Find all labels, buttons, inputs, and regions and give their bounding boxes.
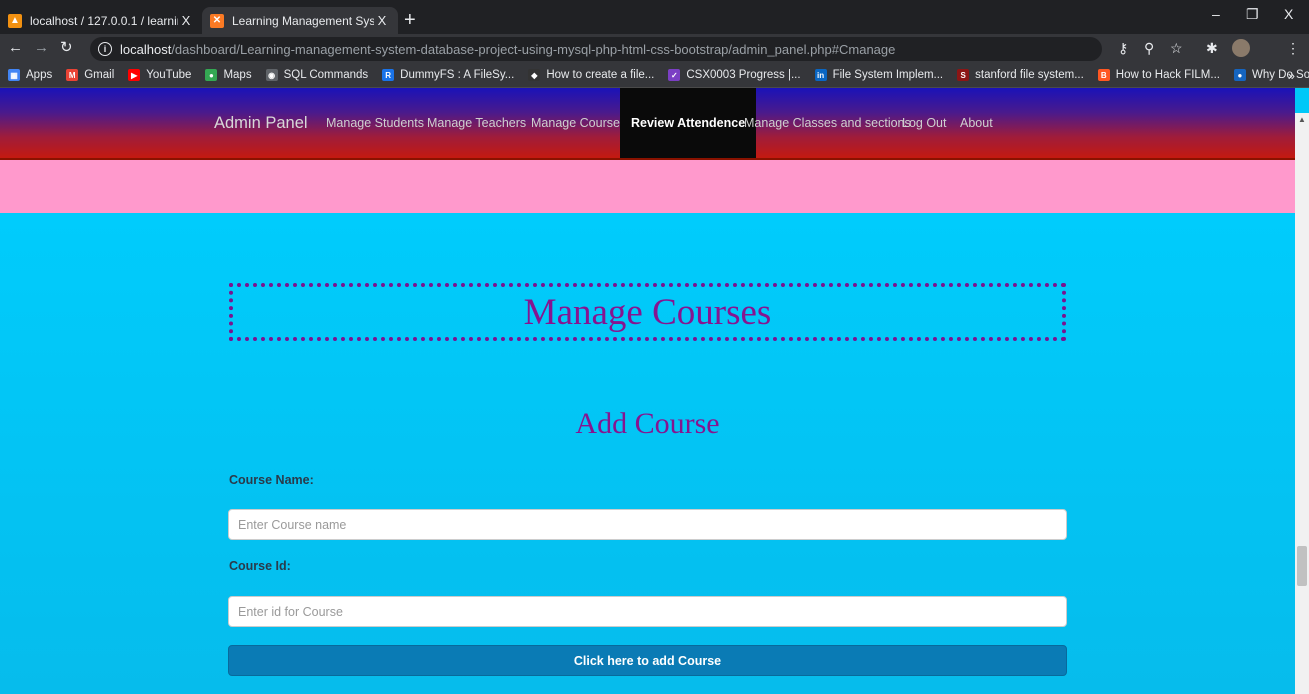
bookmark-label: File System Implem... xyxy=(832,69,944,81)
bookmark-label: SQL Commands xyxy=(283,69,369,81)
new-tab-button[interactable]: + xyxy=(404,9,416,31)
restore-icon[interactable]: ❐ xyxy=(1246,6,1259,23)
linux-icon: ◆ xyxy=(528,69,541,81)
bookmark-label: How to Hack FILM... xyxy=(1115,69,1220,81)
url-path: /dashboard/Learning-management-system-da… xyxy=(171,41,896,57)
section-title-box: Manage Courses xyxy=(229,283,1066,341)
nav-item-manage-classes[interactable]: Manage Classes and sections xyxy=(744,88,911,158)
bookmark-label: stanford file system... xyxy=(975,69,1084,81)
bookmark-label: Why Do Some Cou... xyxy=(1251,69,1309,81)
bookmark-label: Gmail xyxy=(84,69,115,81)
bookmark-label: YouTube xyxy=(146,69,192,81)
scrollbar-thumb[interactable] xyxy=(1297,546,1307,586)
site-icon: ● xyxy=(1233,69,1246,81)
menu-kebab-icon[interactable]: ⋮ xyxy=(1286,40,1300,57)
bookmark-label: DummyFS : A FileSy... xyxy=(400,69,515,81)
nav-item-manage-teachers[interactable]: Manage Teachers xyxy=(427,88,526,158)
bookmark-csx0003-progress[interactable]: ✓ CSX0003 Progress |... xyxy=(668,69,801,81)
bookmark-label: Maps xyxy=(223,69,252,81)
course-name-input[interactable] xyxy=(228,509,1067,540)
url-host: localhost xyxy=(120,41,172,57)
minimize-icon[interactable]: – xyxy=(1212,6,1220,22)
bookmarks-more-icon[interactable]: » xyxy=(1288,68,1295,83)
page-scrollbar[interactable]: ▲ xyxy=(1295,113,1309,694)
scroll-up-icon[interactable]: ▲ xyxy=(1298,115,1306,124)
key-icon[interactable]: ⚷ xyxy=(1118,40,1128,57)
bookmark-label: How to create a file... xyxy=(546,69,655,81)
bookmark-maps[interactable]: ● Maps xyxy=(205,69,252,81)
rp-icon: R xyxy=(382,69,395,81)
progress-icon: ✓ xyxy=(668,69,681,81)
zoom-icon[interactable]: ⚲ xyxy=(1144,40,1154,57)
bookmark-gmail[interactable]: M Gmail xyxy=(66,69,114,81)
bookmark-stanford-file-system[interactable]: Sstanford file system... xyxy=(957,69,1084,81)
close-window-icon[interactable]: X xyxy=(1284,6,1293,22)
xampp-icon: ✕ xyxy=(210,13,224,28)
address-bar[interactable]: i localhost/dashboard/Learning-managemen… xyxy=(90,37,1102,61)
reload-icon[interactable]: ↻ xyxy=(60,39,73,57)
stanford-icon: S xyxy=(957,69,970,81)
tab-title: localhost / 127.0.0.1 / learning m xyxy=(30,13,178,28)
forward-arrow-icon[interactable]: → xyxy=(34,39,49,57)
nav-item-log-out[interactable]: Log Out xyxy=(902,88,946,158)
globe-icon: ◉ xyxy=(265,69,278,81)
section-title: Manage Courses xyxy=(523,291,772,333)
nav-item-review-attendence[interactable]: Review Attendence xyxy=(620,88,757,158)
youtube-icon: ▶ xyxy=(128,69,141,81)
bookmarks-bar: ▦ Apps M Gmail ▶ YouTube ● Maps ◉ SQL Commands R Du… xyxy=(0,63,1309,88)
star-icon[interactable]: ☆ xyxy=(1170,40,1183,57)
bookmark-apps[interactable]: ▦ Apps xyxy=(8,69,52,81)
profile-avatar-icon[interactable] xyxy=(1232,39,1250,57)
navbar-brand[interactable]: Admin Panel xyxy=(214,88,308,158)
nav-item-manage-students[interactable]: Manage Students xyxy=(326,88,424,158)
nav-item-about[interactable]: About xyxy=(960,88,993,158)
linkedin-icon: in xyxy=(814,69,827,81)
tab-title: Learning Management System xyxy=(232,13,374,28)
bookmark-dummyfs-a-filesy[interactable]: R DummyFS : A FileSy... xyxy=(382,69,514,81)
gmail-icon: M xyxy=(66,69,79,81)
blogger-icon: B xyxy=(1097,69,1110,81)
form-title: Add Course xyxy=(575,407,720,440)
bookmark-label: CSX0003 Progress |... xyxy=(686,69,801,81)
close-tab-icon[interactable]: X xyxy=(374,13,390,28)
bookmark-why-do-some-cou[interactable]: ● Why Do Some Cou... xyxy=(1233,69,1309,81)
pink-banner xyxy=(0,160,1295,213)
add-course-button[interactable]: Click here to add Course xyxy=(228,645,1067,676)
maps-icon: ● xyxy=(205,69,218,81)
bookmark-sql-commands[interactable]: ◉ SQL Commands xyxy=(265,69,369,81)
course-id-input[interactable] xyxy=(228,596,1067,627)
back-arrow-icon[interactable]: ← xyxy=(8,39,23,57)
course-name-label: Course Name: xyxy=(229,473,314,487)
admin-navbar: Admin Panel Manage Students Manage Teach… xyxy=(0,88,1295,160)
browser-tab-lms[interactable]: ✕ Learning Management System X xyxy=(202,7,398,34)
info-icon[interactable]: i xyxy=(98,42,112,56)
bookmark-how-to-create-a-file[interactable]: ◆ How to create a file... xyxy=(528,69,654,81)
browser-tab-bar: ▲ localhost / 127.0.0.1 / learning m X ✕… xyxy=(0,0,1309,34)
browser-tab-phpmyadmin[interactable]: ▲ localhost / 127.0.0.1 / learning m X xyxy=(0,7,202,34)
bookmark-how-to-hack-film[interactable]: B How to Hack FILM... xyxy=(1097,69,1220,81)
phpmyadmin-icon: ▲ xyxy=(8,13,22,28)
apps-grid-icon: ▦ xyxy=(8,69,20,81)
manage-courses-section: Manage Courses Add Course Course Name: C… xyxy=(0,213,1295,694)
close-tab-icon[interactable]: X xyxy=(178,13,194,28)
extensions-icon[interactable]: ✱ xyxy=(1206,40,1218,57)
nav-item-manage-courses[interactable]: Manage Courses xyxy=(531,88,626,158)
bookmark-youtube[interactable]: ▶ YouTube xyxy=(128,69,191,81)
browser-toolbar: ← → ↻ i localhost/dashboard/Learning-man… xyxy=(0,34,1309,63)
bookmark-file-system-implem[interactable]: in File System Implem... xyxy=(814,69,944,81)
course-id-label: Course Id: xyxy=(229,559,291,573)
bookmark-label: Apps xyxy=(26,69,53,81)
